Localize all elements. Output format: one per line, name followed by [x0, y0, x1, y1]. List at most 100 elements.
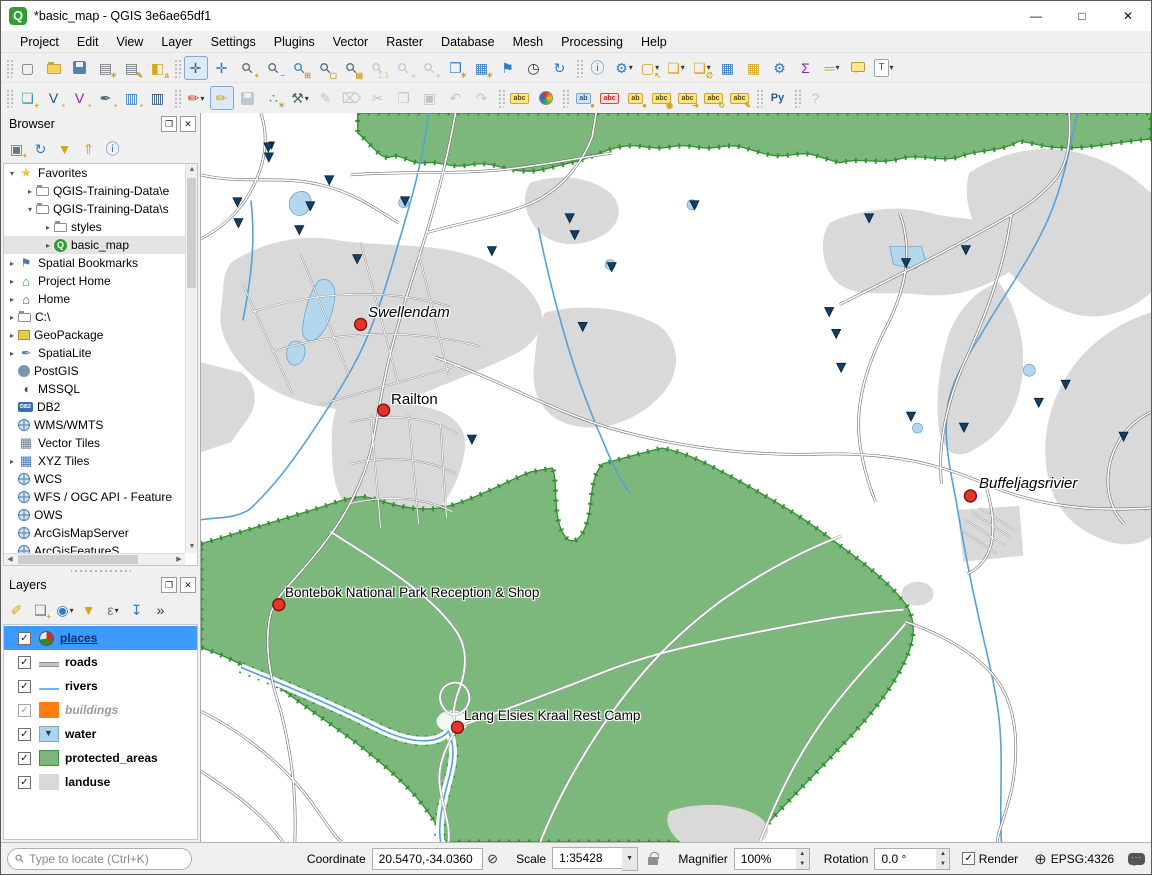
menu-plugins[interactable]: Plugins: [265, 31, 324, 53]
crs-globe-icon[interactable]: ⊕: [1034, 850, 1047, 868]
browser-item-wcs[interactable]: WCS: [4, 470, 185, 488]
browser-item-geopackage[interactable]: ▸ GeoPackage: [4, 326, 185, 344]
new-virtual-layer-button[interactable]: ▥ ▪: [120, 86, 144, 110]
spin-up-icon[interactable]: ▲: [936, 849, 949, 859]
browser-item-arcgis-feature-server[interactable]: ArcGisFeatureS: [4, 542, 185, 553]
python-console-button[interactable]: Py: [766, 86, 790, 110]
locate-box[interactable]: ⚲: [7, 848, 192, 870]
expander-icon[interactable]: ▸: [6, 331, 18, 340]
zoom-to-layer-button[interactable]: ⚲ ▤: [340, 56, 364, 80]
menu-view[interactable]: View: [107, 31, 152, 53]
new-map-view-button[interactable]: ❐ ✶: [444, 56, 468, 80]
zoom-to-selection-button[interactable]: ⚲ ▢: [314, 56, 338, 80]
spin-up-icon[interactable]: ▲: [796, 849, 809, 859]
browser-item-training-data-e[interactable]: ▸ QGIS-Training-Data\e: [4, 182, 185, 200]
menu-settings[interactable]: Settings: [202, 31, 265, 53]
vertex-tool-button[interactable]: ⚒ ▾: [288, 86, 312, 110]
coordinate-input[interactable]: 20.5470,-34.0360: [372, 848, 484, 870]
zoom-last-button[interactable]: ⚲ ◂: [392, 56, 416, 80]
help-button[interactable]: ?: [804, 86, 828, 110]
layer-row-buildings[interactable]: ✓ buildings: [4, 698, 197, 722]
spin-down-icon[interactable]: ▼: [936, 859, 949, 869]
processing-toolbox-button[interactable]: ⚙: [768, 56, 792, 80]
render-checkbox[interactable]: ✓: [962, 852, 974, 865]
browser-item-project-home[interactable]: ▸ Project Home: [4, 272, 185, 290]
run-feature-action-button[interactable]: ⚙ ▾: [612, 56, 636, 80]
modify-attributes-button[interactable]: ✎: [314, 86, 338, 110]
paste-features-button[interactable]: ▣: [418, 86, 442, 110]
undo-button[interactable]: ↶: [444, 86, 468, 110]
field-calculator-button[interactable]: ▦: [742, 56, 766, 80]
text-annotation-button[interactable]: T ▾: [872, 56, 896, 80]
refresh-map-button[interactable]: ↻: [548, 56, 572, 80]
menu-processing[interactable]: Processing: [552, 31, 632, 53]
browser-item-spatial-bookmarks[interactable]: ▸ Spatial Bookmarks: [4, 254, 185, 272]
copy-features-button[interactable]: ❐: [392, 86, 416, 110]
pan-map-button[interactable]: ✛: [184, 56, 208, 80]
expander-icon[interactable]: ▸: [42, 223, 54, 232]
add-point-feature-button[interactable]: ∴ ✶: [262, 86, 286, 110]
toggle-editing-button[interactable]: ✏: [210, 86, 234, 110]
menu-layer[interactable]: Layer: [152, 31, 201, 53]
menu-mesh[interactable]: Mesh: [504, 31, 553, 53]
scrollbar-thumb[interactable]: [187, 178, 196, 288]
browser-float-button[interactable]: ❐: [161, 116, 177, 132]
map-tips-button[interactable]: [846, 56, 870, 80]
zoom-out-button[interactable]: ⚲ −: [262, 56, 286, 80]
layers-close-button[interactable]: ✕: [180, 577, 196, 593]
new-project-button[interactable]: ▢: [16, 56, 40, 80]
change-label-button[interactable]: abc ✎: [728, 86, 752, 110]
browser-item-ows[interactable]: OWS: [4, 506, 185, 524]
lock-icon[interactable]: [648, 857, 658, 865]
layer-row-water[interactable]: ✓ water: [4, 722, 197, 746]
delete-selected-button[interactable]: ⌦: [340, 86, 364, 110]
browser-item-training-data-s[interactable]: ▾ QGIS-Training-Data\s: [4, 200, 185, 218]
menu-vector[interactable]: Vector: [324, 31, 377, 53]
layers-add-group-button[interactable]: ❏ +: [30, 599, 52, 621]
expander-icon[interactable]: ▸: [24, 187, 36, 196]
deselect-features-button[interactable]: ❏ ∅ ▾: [690, 56, 714, 80]
maximize-button[interactable]: □: [1059, 1, 1105, 31]
zoom-full-button[interactable]: ⚲ ⊞: [288, 56, 312, 80]
browser-item-db2[interactable]: DB2: [4, 398, 185, 416]
move-label-button[interactable]: abc ➜: [676, 86, 700, 110]
browser-close-button[interactable]: ✕: [180, 116, 196, 132]
style-manager-button[interactable]: ◧ a: [146, 56, 170, 80]
show-hide-labels-button[interactable]: abc ◉: [650, 86, 674, 110]
new-print-layout-button[interactable]: ▤ ✶: [94, 56, 118, 80]
layers-expand-collapse-button[interactable]: ↧: [126, 599, 148, 621]
scroll-down-icon[interactable]: ▼: [186, 541, 198, 553]
panel-splitter[interactable]: [71, 566, 131, 574]
layers-filter-legend-button[interactable]: ▼: [78, 599, 100, 621]
select-features-button[interactable]: ▢ ↖ ▾: [638, 56, 662, 80]
browser-item-home[interactable]: ▸ Home: [4, 290, 185, 308]
label-pin-button[interactable]: ab ●: [572, 86, 596, 110]
menu-help[interactable]: Help: [632, 31, 676, 53]
pin-unpin-labels-button[interactable]: ab ●: [624, 86, 648, 110]
expander-icon[interactable]: ▸: [6, 259, 18, 268]
temporal-controller-button[interactable]: ◷: [522, 56, 546, 80]
rotation-spinbox[interactable]: 0.0 ° ▲ ▼: [874, 848, 950, 870]
browser-item-c-drive[interactable]: ▸ C:\: [4, 308, 185, 326]
browser-item-postgis[interactable]: PostGIS: [4, 362, 185, 380]
layers-filter-expression-button[interactable]: ε ▾: [102, 599, 124, 621]
zoom-native-button[interactable]: ⚲ 1:1: [366, 56, 390, 80]
browser-collapse-all-button[interactable]: ⇑: [78, 138, 100, 160]
browser-item-vector-tiles[interactable]: Vector Tiles: [4, 434, 185, 452]
expander-icon[interactable]: ▾: [24, 205, 36, 214]
browser-item-mssql[interactable]: MSSQL: [4, 380, 185, 398]
open-attribute-table-button[interactable]: ▦: [716, 56, 740, 80]
menu-edit[interactable]: Edit: [68, 31, 108, 53]
rotation-stepper[interactable]: ▲ ▼: [936, 848, 950, 870]
open-project-button[interactable]: [42, 56, 66, 80]
browser-properties-button[interactable]: ⓘ: [102, 138, 124, 160]
layers-overflow-button[interactable]: »: [150, 599, 172, 621]
new-spatialite-layer-button[interactable]: V ▪: [68, 86, 92, 110]
new-geopackage-layer-button[interactable]: ❏ +: [16, 86, 40, 110]
layer-row-rivers[interactable]: ✓ rivers: [4, 674, 197, 698]
crs-label[interactable]: EPSG:4326: [1051, 852, 1114, 866]
scroll-left-icon[interactable]: ◀: [4, 554, 16, 566]
layer-visibility-checkbox[interactable]: ✓: [18, 728, 31, 741]
scale-combo[interactable]: 1:35428 ▼: [552, 847, 638, 871]
statistical-summary-button[interactable]: Σ: [794, 56, 818, 80]
